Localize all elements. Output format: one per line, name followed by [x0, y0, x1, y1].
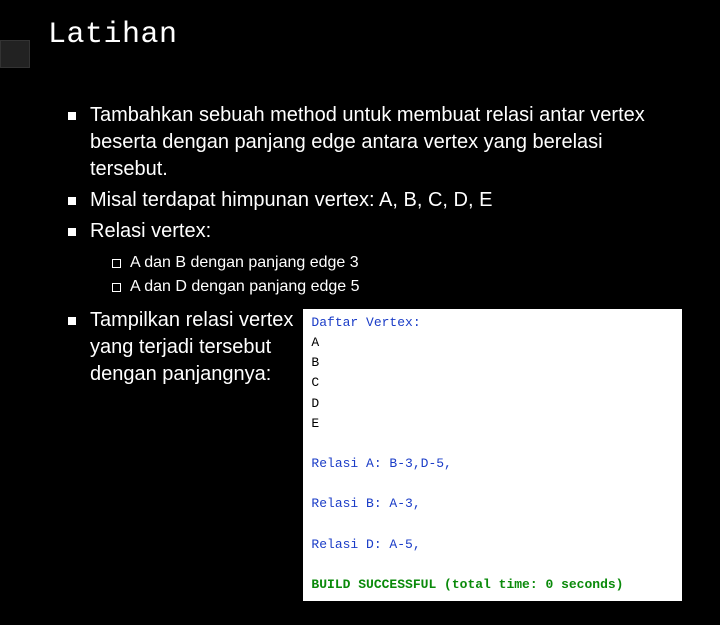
console-line: A: [311, 335, 319, 350]
list-item: Tambahkan sebuah method untuk membuat re…: [72, 102, 682, 183]
console-line: Relasi D: A-5,: [311, 537, 420, 552]
slide: Latihan Tambahkan sebuah method untuk me…: [0, 0, 720, 625]
accent-bar: [0, 40, 30, 68]
bullet-line: dengan panjangnya:: [90, 361, 293, 388]
bullet-text: Tambahkan sebuah method untuk membuat re…: [90, 104, 645, 180]
console-line: BUILD SUCCESSFUL (total time: 0 seconds): [311, 577, 623, 592]
bullet-line: Tampilkan relasi vertex: [90, 307, 293, 334]
list-item: Tampilkan relasi vertex yang terjadi ter…: [72, 307, 682, 601]
bullet-text-block: Tampilkan relasi vertex yang terjadi ter…: [90, 307, 293, 388]
console-line: Relasi A: B-3,D-5,: [311, 456, 451, 471]
sub-list: A dan B dengan panjang edge 3 A dan D de…: [90, 251, 682, 299]
slide-title: Latihan: [48, 18, 682, 52]
console-line: Daftar Vertex:: [311, 315, 420, 330]
console-line: D: [311, 396, 319, 411]
list-item: A dan D dengan panjang edge 5: [114, 275, 682, 299]
bullet-text: A dan D dengan panjang edge 5: [130, 278, 360, 295]
console-line: C: [311, 375, 319, 390]
console-line: Relasi B: A-3,: [311, 496, 420, 511]
console-output: Daftar Vertex: A B C D E Relasi A: B-3,D…: [303, 309, 682, 601]
list-item: Misal terdapat himpunan vertex: A, B, C,…: [72, 187, 682, 214]
bullet-list: Tambahkan sebuah method untuk membuat re…: [48, 102, 682, 601]
bullet-text: A dan B dengan panjang edge 3: [130, 254, 359, 271]
bullet-text: Relasi vertex:: [90, 220, 211, 242]
title-row: Latihan: [48, 18, 682, 52]
list-item: A dan B dengan panjang edge 3: [114, 251, 682, 275]
list-item: Relasi vertex: A dan B dengan panjang ed…: [72, 218, 682, 299]
bullet-line: yang terjadi tersebut: [90, 334, 293, 361]
console-line: E: [311, 416, 319, 431]
console-line: B: [311, 355, 319, 370]
bullet-text: Misal terdapat himpunan vertex: A, B, C,…: [90, 189, 492, 211]
